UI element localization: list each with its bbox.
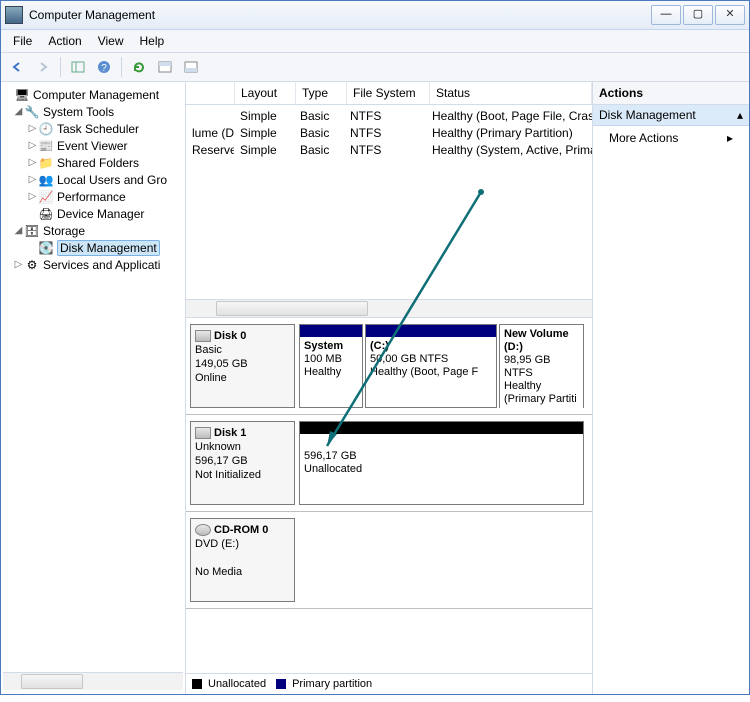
expand-icon[interactable]: ▷ bbox=[13, 259, 24, 270]
tree-disk-management[interactable]: Disk Management bbox=[57, 240, 160, 256]
legend-unallocated: Unallocated bbox=[208, 678, 266, 690]
maximize-button[interactable]: ▢ bbox=[683, 5, 713, 25]
expand-icon[interactable]: ▷ bbox=[27, 157, 38, 168]
menu-view[interactable]: View bbox=[90, 32, 132, 50]
svg-text:?: ? bbox=[101, 63, 107, 74]
refresh-button[interactable] bbox=[127, 55, 151, 79]
grid-scrollbar[interactable] bbox=[186, 299, 592, 318]
shared-folders-icon: 📁 bbox=[38, 156, 54, 170]
menubar: File Action View Help bbox=[1, 30, 749, 53]
expand-icon[interactable]: ▷ bbox=[27, 140, 38, 151]
collapse-icon[interactable]: ◢ bbox=[13, 225, 24, 236]
legend-primary-swatch bbox=[276, 679, 286, 689]
tree-performance[interactable]: Performance bbox=[57, 190, 126, 204]
col-fs[interactable]: File System bbox=[347, 82, 430, 104]
expand-icon[interactable]: ▷ bbox=[27, 191, 38, 202]
minimize-button[interactable]: — bbox=[651, 5, 681, 25]
menu-file[interactable]: File bbox=[5, 32, 40, 50]
actions-section[interactable]: Disk Management ▴ bbox=[593, 105, 749, 126]
tree-shared-folders[interactable]: Shared Folders bbox=[57, 156, 139, 170]
col-type[interactable]: Type bbox=[296, 82, 347, 104]
window-title: Computer Management bbox=[29, 8, 155, 22]
device-manager-icon: 🖨 bbox=[38, 207, 54, 221]
collapse-icon[interactable]: ▴ bbox=[737, 108, 743, 122]
volume-grid[interactable]: Simple Basic NTFS Healthy (Boot, Page Fi… bbox=[186, 105, 592, 299]
tree-scrollbar[interactable] bbox=[3, 672, 183, 690]
disk-row[interactable]: Disk 0 Basic 149,05 GB Online System100 … bbox=[186, 318, 592, 415]
main-pane: Layout Type File System Status Simple Ba… bbox=[186, 82, 593, 694]
show-hide-tree-button[interactable] bbox=[66, 55, 90, 79]
back-button[interactable] bbox=[5, 55, 29, 79]
users-icon: 👥 bbox=[38, 173, 54, 187]
disk-management-icon: 💽 bbox=[38, 241, 54, 255]
legend: Unallocated Primary partition bbox=[186, 673, 592, 694]
volume-d[interactable]: New Volume (D:)98,95 GB NTFSHealthy (Pri… bbox=[499, 324, 584, 408]
toolbar: ? bbox=[1, 53, 749, 82]
cdrom-icon bbox=[195, 524, 211, 536]
tree-storage[interactable]: Storage bbox=[43, 224, 85, 238]
col-status[interactable]: Status bbox=[430, 82, 592, 104]
disk1-info[interactable]: Disk 1 Unknown 596,17 GB Not Initialized bbox=[190, 421, 295, 505]
view-top-button[interactable] bbox=[153, 55, 177, 79]
submenu-arrow-icon: ▸ bbox=[727, 131, 733, 145]
titlebar[interactable]: Computer Management — ▢ ✕ bbox=[1, 1, 749, 30]
tools-icon: 🔧 bbox=[24, 105, 40, 119]
view-bottom-button[interactable] bbox=[179, 55, 203, 79]
disk-row[interactable]: Disk 1 Unknown 596,17 GB Not Initialized… bbox=[186, 415, 592, 512]
more-actions[interactable]: More Actions ▸ bbox=[593, 126, 749, 150]
actions-pane: Actions Disk Management ▴ More Actions ▸ bbox=[593, 82, 749, 694]
performance-icon: 📈 bbox=[38, 190, 54, 204]
tree-local-users[interactable]: Local Users and Gro bbox=[57, 173, 167, 187]
tree-system-tools[interactable]: System Tools bbox=[43, 105, 114, 119]
tree-task-scheduler[interactable]: Task Scheduler bbox=[57, 122, 139, 136]
menu-action[interactable]: Action bbox=[40, 32, 89, 50]
table-row[interactable]: Simple Basic NTFS Healthy (Boot, Page Fi… bbox=[186, 107, 592, 124]
help-button[interactable]: ? bbox=[92, 55, 116, 79]
tree-event-viewer[interactable]: Event Viewer bbox=[57, 139, 127, 153]
tree-device-manager[interactable]: Device Manager bbox=[57, 207, 144, 221]
volume-grid-header[interactable]: Layout Type File System Status bbox=[186, 82, 592, 105]
window-frame: Computer Management — ▢ ✕ File Action Vi… bbox=[0, 0, 750, 695]
volume-unallocated[interactable]: 596,17 GBUnallocated bbox=[299, 421, 584, 505]
event-viewer-icon: 📰 bbox=[38, 139, 54, 153]
collapse-icon[interactable]: ◢ bbox=[13, 106, 24, 117]
disk-icon bbox=[195, 427, 211, 439]
close-button[interactable]: ✕ bbox=[715, 5, 745, 25]
cdrom-info[interactable]: CD-ROM 0 DVD (E:) No Media bbox=[190, 518, 295, 602]
legend-primary: Primary partition bbox=[292, 678, 372, 690]
expand-icon[interactable]: ▷ bbox=[27, 123, 38, 134]
table-row[interactable]: Reserved Simple Basic NTFS Healthy (Syst… bbox=[186, 141, 592, 158]
storage-icon: 🗄 bbox=[24, 224, 40, 238]
app-icon bbox=[5, 6, 23, 24]
navigation-tree[interactable]: 🖥Computer Management ◢🔧System Tools ▷🕘Ta… bbox=[1, 82, 186, 694]
actions-header: Actions bbox=[593, 82, 749, 105]
expand-icon[interactable]: ▷ bbox=[27, 174, 38, 185]
services-icon: ⚙ bbox=[24, 258, 40, 272]
disk0-info[interactable]: Disk 0 Basic 149,05 GB Online bbox=[190, 324, 295, 408]
disk-graphical-view: Disk 0 Basic 149,05 GB Online System100 … bbox=[186, 318, 592, 673]
disk-row[interactable]: CD-ROM 0 DVD (E:) No Media bbox=[186, 512, 592, 609]
tree-root[interactable]: Computer Management bbox=[33, 88, 159, 102]
body: 🖥Computer Management ◢🔧System Tools ▷🕘Ta… bbox=[1, 82, 749, 694]
forward-button[interactable] bbox=[31, 55, 55, 79]
scheduler-icon: 🕘 bbox=[38, 122, 54, 136]
table-row[interactable]: lume (D:) Simple Basic NTFS Healthy (Pri… bbox=[186, 124, 592, 141]
computer-icon: 🖥 bbox=[14, 88, 30, 102]
legend-unallocated-swatch bbox=[192, 679, 202, 689]
col-layout[interactable]: Layout bbox=[235, 82, 296, 104]
tree-services[interactable]: Services and Applicati bbox=[43, 258, 160, 272]
volume-c[interactable]: (C:)50,00 GB NTFSHealthy (Boot, Page F bbox=[365, 324, 497, 408]
disk-icon bbox=[195, 330, 211, 342]
menu-help[interactable]: Help bbox=[132, 32, 173, 50]
volume-system[interactable]: System100 MBHealthy bbox=[299, 324, 363, 408]
